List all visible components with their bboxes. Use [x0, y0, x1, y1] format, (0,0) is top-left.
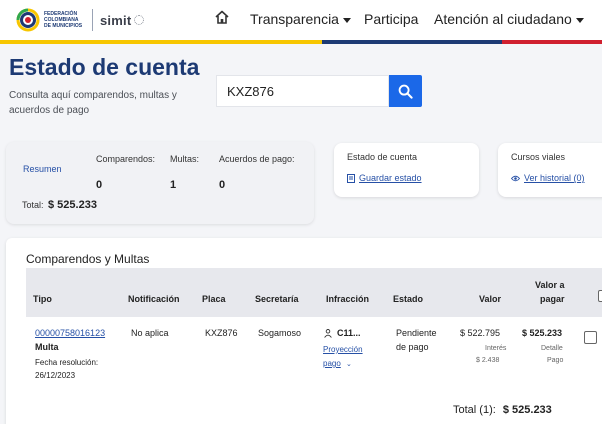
footer-total-label: Total (1): [453, 404, 496, 416]
guardar-estado-link[interactable]: Guardar estado [347, 173, 422, 183]
th-infraccion: Infracción [326, 294, 370, 304]
nav-transparencia-label: Transparencia [250, 11, 339, 27]
flag-stripe-red [502, 40, 602, 44]
person-icon [324, 329, 332, 338]
table-footer-total: Total (1): $ 525.233 [453, 404, 552, 416]
row-notificacion: No aplica [131, 328, 169, 338]
nav-participa[interactable]: Participa [364, 11, 418, 27]
brand-logo[interactable]: FEDERACIÓN COLOMBIANA DE MUNICIPIOS simi… [16, 6, 145, 34]
section-title: Comparendos y Multas [26, 252, 150, 266]
th-tipo: Tipo [33, 294, 52, 304]
row-fecha-label: Fecha resolución: [35, 358, 99, 367]
footer-total-value: $ 525.233 [502, 404, 552, 416]
row-fecha: 26/12/2023 [35, 371, 76, 380]
home-icon[interactable] [214, 9, 230, 25]
nav-participa-label: Participa [364, 11, 419, 27]
proyeccion-pago-line2-wrap[interactable]: pago ⌄ [323, 357, 352, 371]
table-header: Tipo Notificación Placa Secretaría Infra… [26, 268, 602, 317]
select-all-checkbox[interactable] [598, 290, 602, 302]
row-secretaria: Sogamoso [258, 328, 302, 338]
simit-dot-icon [134, 15, 145, 25]
plate-search-box [216, 75, 389, 107]
search-icon [398, 84, 413, 99]
row-detalle-line2[interactable]: Pago [547, 354, 563, 367]
flag-stripe-yellow [0, 40, 322, 44]
guardar-estado-label: Guardar estado [359, 173, 422, 183]
row-select-checkbox[interactable] [584, 331, 597, 344]
row-estado-line2: de pago [396, 342, 429, 352]
row-infraccion: C11... [324, 327, 361, 340]
search-button[interactable] [389, 75, 422, 107]
row-interes: $ 2.438 [476, 357, 500, 364]
nav-atencion-label: Atención al ciudadano [434, 11, 572, 27]
ver-historial-link[interactable]: Ver historial (0) [511, 173, 585, 183]
th-notificacion: Notificación [128, 294, 180, 304]
chevron-down-icon [575, 17, 584, 23]
proyeccion-pago-line1: Proyección [323, 345, 363, 354]
summary-total-label: Total: [22, 200, 44, 210]
simit-logo: simit [100, 12, 132, 28]
chevron-down-icon [342, 17, 351, 23]
th-placa: Placa [202, 294, 226, 304]
flag-stripe-blue [322, 40, 502, 44]
nav-atencion[interactable]: Atención al ciudadano [434, 11, 584, 27]
ver-historial-label: Ver historial (0) [524, 173, 585, 183]
eye-icon [511, 175, 520, 181]
page-subtitle: Consulta aquí comparendos, multas y acue… [9, 90, 177, 116]
row-valor-pagar: $ 525.233 [522, 328, 563, 338]
estado-cuenta-title: Estado de cuenta [347, 152, 418, 162]
cursos-viales-card: Cursos viales Ver historial (0) [498, 143, 602, 197]
chevron-down-icon: ⌄ [346, 361, 352, 368]
summary-heading: Resumen [23, 164, 62, 174]
th-valor-pagar-line2: pagar [540, 294, 565, 304]
comparendos-multas-section: Comparendos y Multas Tipo Notificación P… [6, 238, 602, 424]
comparendos-label: Comparendos: [96, 154, 156, 164]
row-tipo: Multa [35, 342, 59, 352]
proyeccion-pago-line2: pago [323, 359, 341, 368]
proyeccion-pago-link[interactable]: Proyección [323, 343, 363, 356]
acuerdos-count: 0 [219, 179, 226, 191]
row-estado-line1: Pendiente [396, 328, 437, 338]
row-infraccion-code: C11... [337, 328, 361, 338]
fcm-logo-icon [16, 8, 40, 32]
th-estado: Estado [393, 294, 424, 304]
acuerdos-label: Acuerdos de pago: [219, 154, 295, 164]
page-title: Estado de cuenta [9, 54, 200, 80]
multas-count: 1 [170, 179, 177, 191]
cursos-viales-title: Cursos viales [511, 152, 566, 162]
row-valor: $ 522.795 [460, 328, 501, 338]
th-valor-pagar-line1: Valor a [535, 280, 565, 290]
comparendo-number-link[interactable]: 00000758016123 [35, 327, 105, 340]
estado-cuenta-card: Estado de cuenta Guardar estado [334, 143, 479, 197]
multas-label: Multas: [170, 154, 200, 164]
summary-total-value: $ 525.233 [48, 199, 97, 211]
th-secretaria: Secretaría [255, 294, 299, 304]
nav-transparencia[interactable]: Transparencia [250, 11, 351, 27]
top-navbar: FEDERACIÓN COLOMBIANA DE MUNICIPIOS simi… [0, 0, 602, 40]
summary-card: Resumen Comparendos: 0 Multas: 1 Acuerdo… [6, 142, 314, 224]
th-valor: Valor [479, 294, 502, 304]
fcm-logo-text: FEDERACIÓN COLOMBIANA DE MUNICIPIOS [44, 11, 83, 29]
brand-divider [92, 9, 93, 31]
comparendos-count: 0 [96, 179, 103, 191]
row-placa: KXZ876 [205, 328, 238, 338]
plate-search-input[interactable] [217, 76, 388, 106]
document-icon [347, 173, 355, 183]
